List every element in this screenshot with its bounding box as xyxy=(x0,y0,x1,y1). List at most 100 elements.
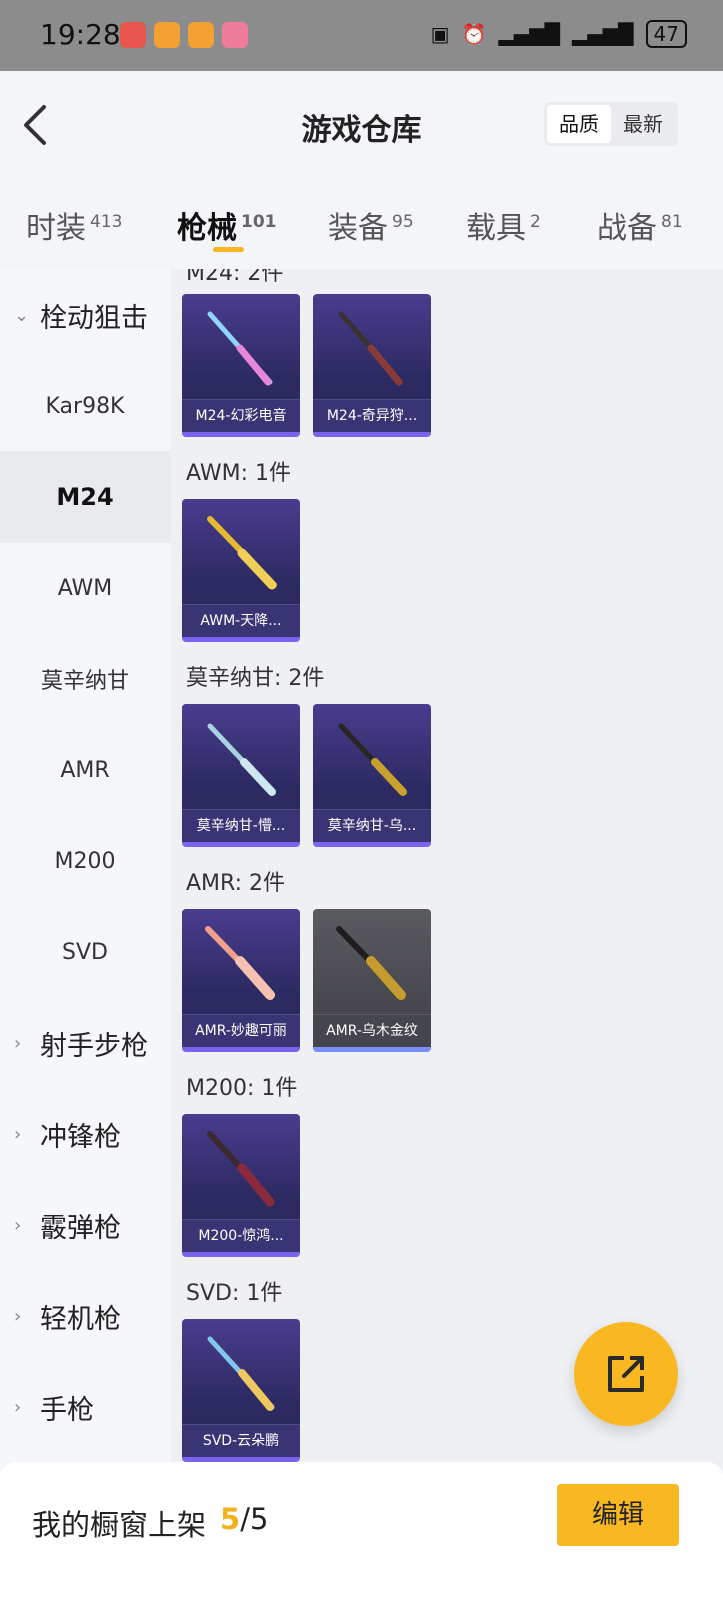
tab-count: 95 xyxy=(392,212,414,232)
sidebar-group-lmg[interactable]: › 轻机枪 xyxy=(0,1270,170,1362)
sidebar-group-label: 轻机枪 xyxy=(40,1303,121,1335)
sidebar: ⌄ 栓动狙击 Kar98K M24 AWM 莫辛纳甘 AMR M200 SVD … xyxy=(0,269,170,1479)
battery-icon: 47 xyxy=(645,20,687,48)
showcase-label: 我的橱窗上架 xyxy=(32,1508,207,1542)
status-time: 19:28 xyxy=(40,18,121,51)
rifle-icon xyxy=(207,1336,275,1411)
item-card[interactable]: AMR-乌木金纹 xyxy=(313,909,431,1052)
item-card[interactable]: 莫辛纳甘-乌... xyxy=(313,704,431,847)
sidebar-group-pistol[interactable]: › 手枪 xyxy=(0,1361,170,1453)
item-card[interactable]: AWM-天降... xyxy=(182,499,300,642)
sidebar-item-awm[interactable]: AWM xyxy=(0,542,170,634)
tab-vehicles[interactable]: 载具 2 xyxy=(466,203,541,247)
item-card[interactable]: AMR-妙趣可丽 xyxy=(182,909,300,1052)
status-bar: 19:28 ▣ ⏰ ▂▄▆█ ▂▄▆█ 47 xyxy=(0,0,723,71)
alarm-icon: ⏰ xyxy=(461,22,487,46)
section-label: M24: 2件 xyxy=(186,269,284,286)
sidebar-group-sniper[interactable]: ⌄ 栓动狙击 xyxy=(0,269,170,361)
item-card[interactable]: 莫辛纳甘-懵... xyxy=(182,704,300,847)
sidebar-group-shotgun[interactable]: › 霰弹枪 xyxy=(0,1179,170,1271)
sidebar-group-label: 霰弹枪 xyxy=(40,1212,121,1244)
sort-toggle: 品质 最新 xyxy=(544,102,678,146)
sidebar-item-svd[interactable]: SVD xyxy=(0,906,170,998)
sort-latest-button[interactable]: 最新 xyxy=(611,105,675,143)
chevron-right-icon: › xyxy=(14,1032,22,1054)
sidebar-item-amr[interactable]: AMR xyxy=(0,724,170,816)
item-card[interactable]: M24-奇异狩... xyxy=(313,294,431,437)
app-notification-icon xyxy=(222,22,248,48)
tab-label: 装备 xyxy=(328,211,388,246)
sidebar-group-label: 手枪 xyxy=(40,1394,94,1426)
tab-equipment[interactable]: 装备 95 xyxy=(328,203,414,247)
rifle-icon xyxy=(207,723,276,796)
rifle-icon xyxy=(205,926,275,1000)
tab-guns[interactable]: 枪械 101 xyxy=(177,203,277,247)
tab-label: 时装 xyxy=(26,211,86,246)
item-name: AMR-妙趣可丽 xyxy=(182,1014,300,1047)
item-name: 莫辛纳甘-懵... xyxy=(182,809,300,842)
sidebar-group-label: 射手步枪 xyxy=(40,1030,148,1062)
item-name: M200-惊鸿... xyxy=(182,1219,300,1252)
item-card[interactable]: SVD-云朵鹏 xyxy=(182,1319,300,1462)
rifle-icon xyxy=(336,926,406,1000)
showcase-count: 5/5 xyxy=(220,1502,268,1536)
tab-count: 81 xyxy=(661,212,683,232)
signal-icon: ▂▄▆█ xyxy=(498,22,561,46)
active-tab-indicator xyxy=(213,247,244,252)
system-icons: ▣ ⏰ ▂▄▆█ ▂▄▆█ 47 xyxy=(431,20,687,48)
item-name: M24-奇异狩... xyxy=(313,399,431,432)
share-button[interactable] xyxy=(574,1322,678,1426)
tab-label: 枪械 xyxy=(177,211,237,246)
chevron-right-icon: › xyxy=(14,1123,22,1145)
sidebar-item-mosin[interactable]: 莫辛纳甘 xyxy=(0,633,170,725)
section-label: SVD: 1件 xyxy=(186,1281,283,1306)
edit-button[interactable]: 编辑 xyxy=(557,1484,679,1546)
tab-label: 载具 xyxy=(466,211,526,246)
rifle-icon xyxy=(207,1131,275,1207)
item-name: AMR-乌木金纹 xyxy=(313,1014,431,1047)
nfc-icon: ▣ xyxy=(430,22,450,46)
rifle-icon xyxy=(207,311,273,386)
item-name: M24-幻彩电音 xyxy=(182,399,300,432)
tab-label: 战备 xyxy=(597,211,657,246)
item-name: 莫辛纳甘-乌... xyxy=(313,809,431,842)
share-external-icon xyxy=(608,1356,644,1392)
sidebar-group-dmr[interactable]: › 射手步枪 xyxy=(0,997,170,1089)
header: 游戏仓库 品质 最新 xyxy=(0,71,723,181)
chevron-right-icon: › xyxy=(14,1305,22,1327)
rifle-icon xyxy=(207,516,277,590)
item-grid: M24: 2件 M24-幻彩电音 M24-奇异狩... AWM: 1件 AWM-… xyxy=(170,269,723,1479)
item-name: SVD-云朵鹏 xyxy=(182,1424,300,1457)
section-label: AMR: 2件 xyxy=(186,871,286,896)
sidebar-item-kar98k[interactable]: Kar98K xyxy=(0,360,170,452)
sidebar-group-label: 栓动狙击 xyxy=(40,302,148,334)
rifle-icon xyxy=(338,723,407,796)
category-tabs: 时装 413 枪械 101 装备 95 载具 2 战备 81 xyxy=(0,181,723,269)
rifle-icon xyxy=(338,311,404,386)
chevron-right-icon: › xyxy=(14,1214,22,1236)
chevron-right-icon: › xyxy=(14,1396,22,1418)
showcase-total: /5 xyxy=(240,1502,269,1536)
sidebar-group-label: 冲锋枪 xyxy=(40,1121,121,1153)
section-label: 莫辛纳甘: 2件 xyxy=(186,666,325,691)
showcase-current: 5 xyxy=(220,1502,241,1536)
item-card[interactable]: M24-幻彩电音 xyxy=(182,294,300,437)
section-label: M200: 1件 xyxy=(186,1076,298,1101)
app-notification-icon xyxy=(120,22,146,48)
sidebar-group-smg[interactable]: › 冲锋枪 xyxy=(0,1088,170,1180)
chevron-down-icon: ⌄ xyxy=(14,304,30,326)
section-label: AWM: 1件 xyxy=(186,461,291,486)
tab-count: 2 xyxy=(530,212,541,232)
sort-quality-button[interactable]: 品质 xyxy=(547,105,611,143)
signal-icon: ▂▄▆█ xyxy=(572,22,634,46)
tab-count: 413 xyxy=(90,212,123,232)
tab-count: 101 xyxy=(241,212,277,232)
sidebar-item-m200[interactable]: M200 xyxy=(0,815,170,907)
bottom-bar: 我的橱窗上架 5/5 编辑 xyxy=(0,1462,723,1600)
tab-supplies[interactable]: 战备 81 xyxy=(597,203,683,247)
app-notification-icon xyxy=(154,22,180,48)
sidebar-item-m24[interactable]: M24 xyxy=(0,451,170,543)
item-card[interactable]: M200-惊鸿... xyxy=(182,1114,300,1257)
app-notification-icon xyxy=(188,22,214,48)
tab-fashion[interactable]: 时装 413 xyxy=(26,203,122,247)
